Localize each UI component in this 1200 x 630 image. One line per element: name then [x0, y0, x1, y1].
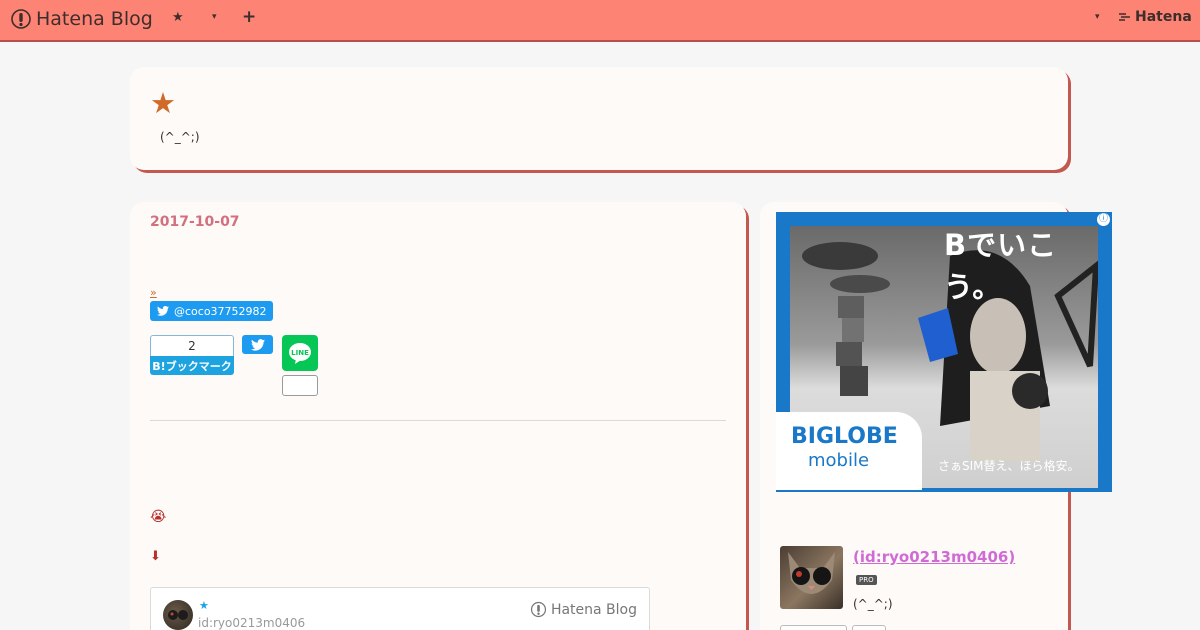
twitter-bird-icon [250, 338, 265, 351]
blog-title-star-icon[interactable]: ★ [150, 89, 176, 118]
hatena-waves-icon [1119, 13, 1130, 21]
profile-avatar[interactable] [780, 546, 843, 609]
entry-article: 2017-10-07 » @coco37752982 2 B!ブックマーク LI… [130, 202, 746, 630]
profile-action-button[interactable] [780, 625, 847, 630]
hatena-home-link[interactable]: Hatena [1118, 9, 1192, 25]
chevron-down-icon[interactable]: ▾ [212, 12, 217, 22]
twitter-follow-handle: @coco37752982 [174, 304, 267, 318]
hatena-blog-logo[interactable]: Hatena Blog [10, 6, 153, 32]
twitter-follow-button[interactable]: @coco37752982 [150, 301, 273, 321]
blog-embed-card[interactable]: ★ id:ryo0213m0406 Hatena Blog [150, 587, 650, 630]
down-arrow-icon: ⬇ [150, 549, 161, 564]
profile-description: (^_^;) [853, 597, 893, 611]
bookmark-count[interactable]: 2 [150, 335, 234, 356]
profile-name-link[interactable]: (id:ryo0213m0406) [853, 548, 1015, 566]
hatena-logo-icon [11, 9, 31, 29]
ad-headline: Bでいこう。 [944, 228, 1058, 304]
hatena-bookmark-button[interactable]: B!ブックマーク [150, 356, 234, 375]
entry-divider [150, 420, 726, 421]
user-menu-chevron-icon[interactable]: ▾ [1095, 12, 1100, 22]
ad-brand-sub: mobile [808, 450, 870, 471]
svg-text:LINE: LINE [291, 349, 309, 357]
embed-star-icon: ★ [199, 599, 209, 612]
line-icon: LINE [289, 343, 311, 364]
advertisement-banner[interactable]: ⓘ Bでいこう。 BIGLOBE mobile さぁSIM替え、ほら格安。 [776, 212, 1112, 492]
hatena-blog-logo-text: Hatena Blog [36, 8, 153, 30]
profile-secondary-button[interactable] [852, 625, 886, 630]
embed-user-id[interactable]: id:ryo0213m0406 [198, 616, 305, 630]
crying-face-emoji: 😭 [150, 509, 167, 525]
twitter-bird-icon [157, 306, 169, 316]
global-header-bar: Hatena Blog ★ ▾ + ▾ Hatena [0, 0, 1200, 42]
twitter-share-button[interactable] [242, 335, 273, 354]
embed-hatena-blog-brand: Hatena Blog [530, 601, 637, 618]
pro-badge: PRO [856, 575, 877, 585]
avatar [163, 600, 193, 630]
line-share-count [282, 375, 318, 396]
entry-date[interactable]: 2017-10-07 [150, 214, 240, 230]
hatena-home-text: Hatena [1135, 9, 1192, 25]
plus-icon[interactable]: + [242, 7, 256, 27]
embed-brand-text: Hatena Blog [550, 601, 637, 618]
hatena-logo-icon [530, 601, 547, 618]
ad-brand: BIGLOBE [791, 424, 898, 449]
star-icon[interactable]: ★ [172, 10, 184, 25]
read-more-link[interactable]: » [150, 286, 157, 299]
blog-header: ★ (^_^;) [130, 67, 1068, 170]
line-share-button[interactable]: LINE [282, 335, 318, 371]
blog-description: (^_^;) [160, 130, 200, 144]
ad-tagline: さぁSIM替え、ほら格安。 [938, 459, 1080, 473]
